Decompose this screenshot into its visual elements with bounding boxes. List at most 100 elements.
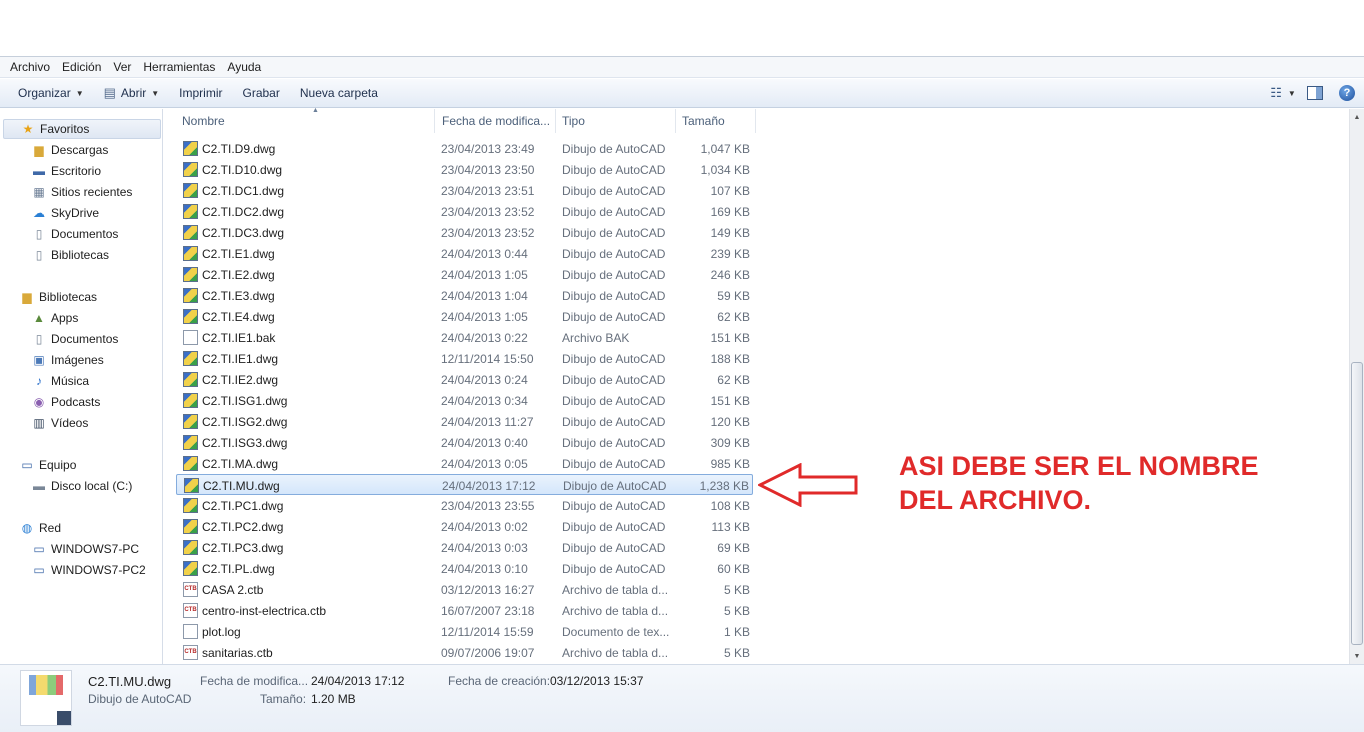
- file-name: C2.TI.E3.dwg: [202, 289, 275, 303]
- nav-item-videos[interactable]: ▥ Vídeos: [31, 413, 88, 433]
- file-row[interactable]: C2.TI.DC2.dwg 23/04/2013 23:52 Dibujo de A…: [176, 201, 753, 222]
- details-file-type: Dibujo de AutoCAD: [88, 692, 192, 706]
- nav-label: WINDOWS7-PC2: [51, 563, 146, 577]
- column-size[interactable]: Tamaño: [676, 109, 756, 133]
- autocad-file-icon: [183, 288, 198, 303]
- file-row[interactable]: CTB centro-inst-electrica.ctb 16/07/2007 2…: [176, 600, 753, 621]
- file-name: C2.TI.ISG3.dwg: [202, 436, 288, 450]
- file-row[interactable]: CTB CASA 2.ctb 03/12/2013 16:27 Archivo de …: [176, 579, 753, 600]
- file-row[interactable]: C2.TI.E2.dwg 24/04/2013 1:05 Dibujo de Aut…: [176, 264, 753, 285]
- file-type: Dibujo de AutoCAD: [562, 226, 666, 240]
- nav-label: Vídeos: [51, 416, 89, 430]
- nav-item-apps[interactable]: ▲ Apps: [31, 308, 78, 328]
- autocad-file-icon: [183, 141, 198, 156]
- nav-item-sitios-recientes[interactable]: ▦ Sitios recientes: [31, 182, 132, 202]
- nav-computer[interactable]: ▭ Equipo: [19, 455, 76, 475]
- vertical-scrollbar[interactable]: ▲ ▼: [1349, 109, 1364, 664]
- scroll-down-icon[interactable]: ▼: [1350, 648, 1364, 664]
- file-row[interactable]: C2.TI.ISG1.dwg 24/04/2013 0:34 Dibujo de A…: [176, 390, 753, 411]
- preview-pane-button[interactable]: [1304, 82, 1326, 104]
- nav-libraries[interactable]: ▆ Bibliotecas: [19, 287, 97, 307]
- file-size: 1,047 KB: [700, 142, 750, 156]
- file-row[interactable]: plot.log 12/11/2014 15:59 Documento de tex…: [176, 621, 753, 642]
- file-row[interactable]: C2.TI.PL.dwg 24/04/2013 0:10 Dibujo de Aut…: [176, 558, 753, 579]
- autocad-file-icon: [183, 414, 198, 429]
- column-date[interactable]: Fecha de modifica...: [436, 109, 556, 133]
- file-row[interactable]: C2.TI.E3.dwg 24/04/2013 1:04 Dibujo de Aut…: [176, 285, 753, 306]
- file-row[interactable]: C2.TI.IE1.bak 24/04/2013 0:22 Archivo BAK 1…: [176, 327, 753, 348]
- file-row[interactable]: C2.TI.E4.dwg 24/04/2013 1:05 Dibujo de Aut…: [176, 306, 753, 327]
- file-row[interactable]: C2.TI.ISG2.dwg 24/04/2013 11:27 Dibujo de …: [176, 411, 753, 432]
- file-name: C2.TI.IE1.bak: [202, 331, 276, 345]
- file-name: C2.TI.D9.dwg: [202, 142, 276, 156]
- help-button[interactable]: ?: [1336, 82, 1358, 104]
- view-list-icon: ☷: [1270, 85, 1282, 100]
- file-row[interactable]: C2.TI.MA.dwg 24/04/2013 0:05 Dibujo de Aut…: [176, 453, 753, 474]
- scroll-up-icon[interactable]: ▲: [1350, 109, 1364, 125]
- file-row[interactable]: C2.TI.PC3.dwg 24/04/2013 0:03 Dibujo de Au…: [176, 537, 753, 558]
- nav-item-escritorio[interactable]: ▬ Escritorio: [31, 161, 101, 181]
- print-button[interactable]: Imprimir: [169, 82, 232, 104]
- nav-item-bibliotecas[interactable]: ▯ Bibliotecas: [31, 245, 109, 265]
- file-size: 60 KB: [717, 562, 750, 576]
- scrollbar-thumb[interactable]: [1351, 362, 1363, 645]
- nav-item-documentos[interactable]: ▯ Documentos: [31, 224, 119, 244]
- file-row[interactable]: CTB sanitarias.ctb 09/07/2006 19:07 Archivo…: [176, 642, 753, 663]
- nav-network[interactable]: ◍ Red: [19, 518, 61, 538]
- file-date: 23/04/2013 23:52: [441, 226, 535, 240]
- nav-item-imagenes[interactable]: ▣ Imágenes: [31, 350, 103, 370]
- file-row[interactable]: C2.TI.D10.dwg 23/04/2013 23:50 Dibujo de A…: [176, 159, 753, 180]
- menu-ver[interactable]: Ver: [107, 60, 137, 74]
- chevron-down-icon: ▼: [151, 88, 160, 98]
- chevron-down-icon: ▼: [1287, 88, 1296, 98]
- menu-herramientas[interactable]: Herramientas: [137, 60, 221, 74]
- nav-item-lib-documentos[interactable]: ▯ Documentos: [31, 329, 119, 349]
- organize-label: Organizar: [18, 86, 71, 100]
- apps-icon: ▲: [33, 311, 45, 325]
- file-row[interactable]: C2.TI.DC1.dwg 23/04/2013 23:51 Dibujo de A…: [176, 180, 753, 201]
- file-row[interactable]: C2.TI.ISG3.dwg 24/04/2013 0:40 Dibujo de A…: [176, 432, 753, 453]
- new-folder-button[interactable]: Nueva carpeta: [290, 82, 388, 104]
- open-button[interactable]: ▤ Abrir ▼: [94, 82, 170, 104]
- file-date: 24/04/2013 0:34: [441, 394, 528, 408]
- file-name: C2.TI.DC2.dwg: [202, 205, 285, 219]
- menu-ayuda[interactable]: Ayuda: [221, 60, 267, 74]
- file-row[interactable]: C2.TI.E1.dwg 24/04/2013 0:44 Dibujo de Aut…: [176, 243, 753, 264]
- file-size: 5 KB: [723, 583, 750, 597]
- menu-edicion[interactable]: Edición: [56, 60, 107, 74]
- downloads-folder-icon: ▆: [34, 143, 44, 157]
- nav-item-windows7-pc[interactable]: ▭ WINDOWS7-PC: [31, 539, 139, 559]
- nav-item-podcasts[interactable]: ◉ Podcasts: [31, 392, 101, 412]
- file-row[interactable]: C2.TI.D9.dwg 23/04/2013 23:49 Dibujo de Au…: [176, 138, 753, 159]
- file-size: 188 KB: [710, 352, 750, 366]
- skydrive-icon: ☁: [33, 206, 45, 220]
- file-type: Dibujo de AutoCAD: [562, 184, 666, 198]
- command-bar: Organizar ▼ ▤ Abrir ▼ Imprimir Grabar Nu…: [0, 79, 1364, 108]
- file-size: 59 KB: [717, 289, 750, 303]
- file-row[interactable]: C2.TI.MU.dwg 24/04/2013 17:12 Dibujo de Au…: [176, 474, 753, 495]
- column-name[interactable]: Nombre ▲: [176, 107, 435, 133]
- annotation-line-1: ASI DEBE SER EL NOMBRE: [899, 451, 1259, 481]
- column-size-label: Tamaño: [682, 114, 725, 128]
- menu-archivo[interactable]: Archivo: [4, 60, 56, 74]
- nav-item-descargas[interactable]: ▆ Descargas: [31, 140, 108, 160]
- file-type: Dibujo de AutoCAD: [562, 436, 666, 450]
- network-computer-icon: ▭: [33, 563, 45, 577]
- autocad-file-icon: [183, 540, 198, 555]
- file-row[interactable]: C2.TI.PC2.dwg 24/04/2013 0:02 Dibujo de Au…: [176, 516, 753, 537]
- file-row[interactable]: C2.TI.PC1.dwg 23/04/2013 23:55 Dibujo de A…: [176, 495, 753, 516]
- nav-item-musica[interactable]: ♪ Música: [31, 371, 89, 391]
- view-options-button[interactable]: ☷ ▼: [1270, 82, 1296, 104]
- file-name: C2.TI.ISG1.dwg: [202, 394, 288, 408]
- file-row[interactable]: C2.TI.IE1.dwg 12/11/2014 15:50 Dibujo de A…: [176, 348, 753, 369]
- nav-item-disco-local[interactable]: ▬ Disco local (C:): [31, 476, 132, 496]
- organize-button[interactable]: Organizar ▼: [8, 82, 94, 104]
- column-type[interactable]: Tipo: [556, 109, 676, 133]
- file-row[interactable]: C2.TI.DC3.dwg 23/04/2013 23:52 Dibujo de A…: [176, 222, 753, 243]
- nav-item-skydrive[interactable]: ☁ SkyDrive: [31, 203, 99, 223]
- nav-favorites[interactable]: ★ Favoritos: [3, 119, 161, 139]
- nav-item-windows7-pc2[interactable]: ▭ WINDOWS7-PC2: [31, 560, 146, 580]
- burn-button[interactable]: Grabar: [233, 82, 290, 104]
- nav-label: Podcasts: [51, 395, 101, 409]
- file-row[interactable]: C2.TI.IE2.dwg 24/04/2013 0:24 Dibujo de Au…: [176, 369, 753, 390]
